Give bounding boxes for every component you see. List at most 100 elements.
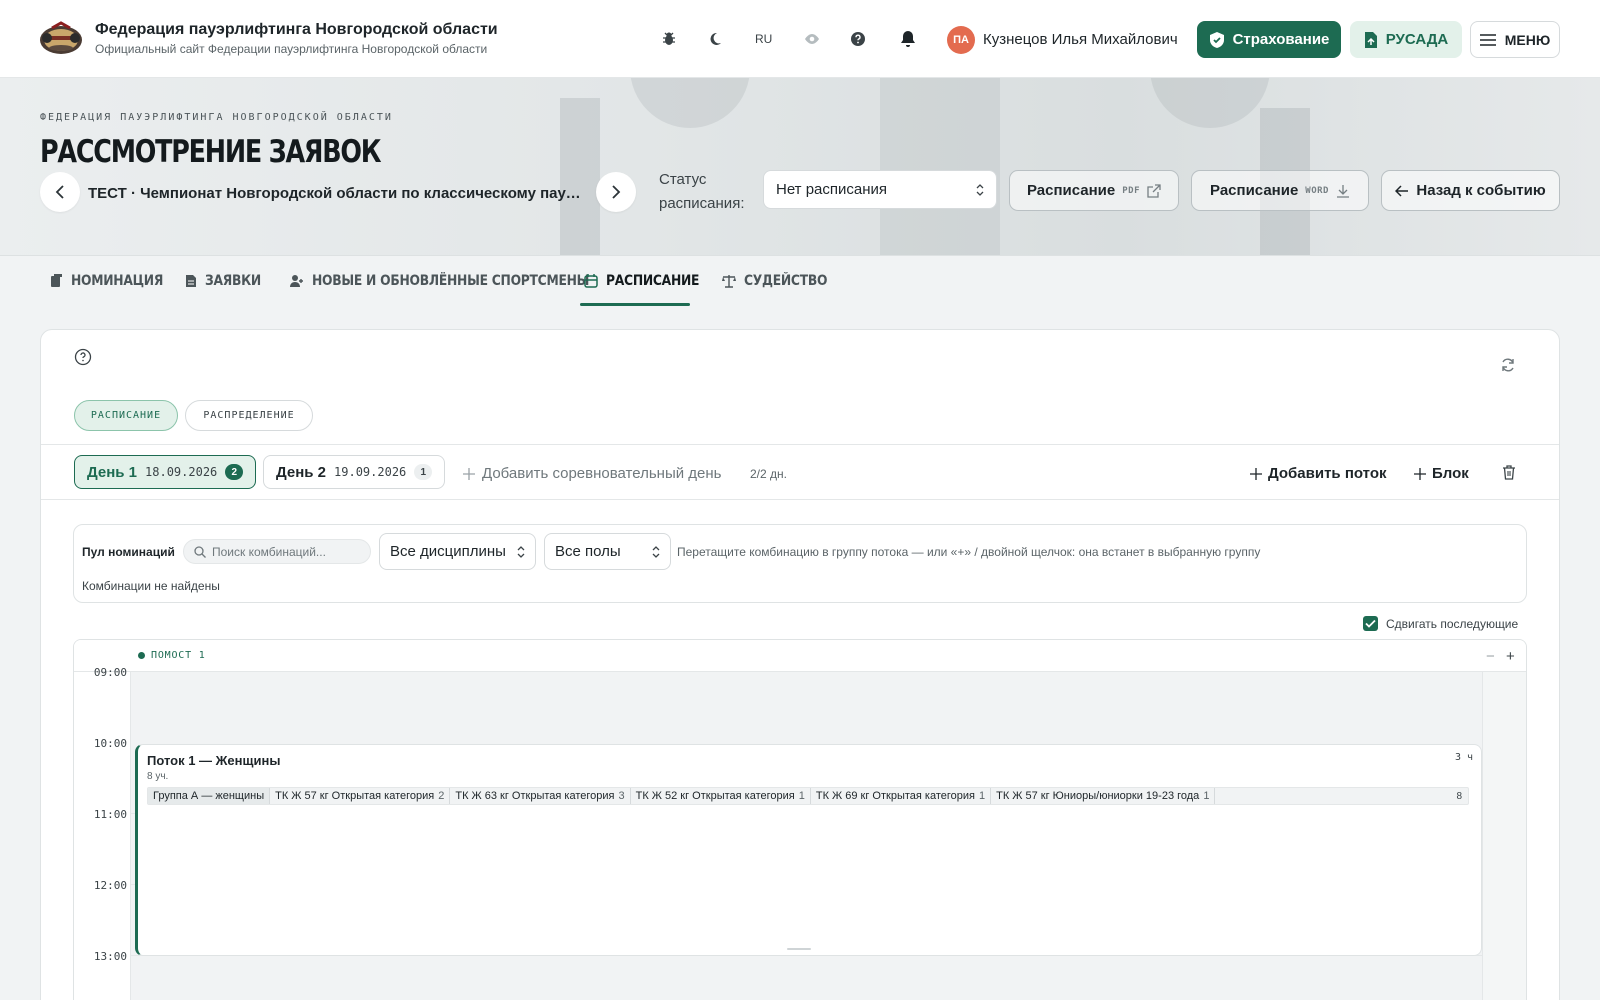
- tab-label: СУДЕЙСТВО: [744, 273, 828, 289]
- pdf-tag: PDF: [1122, 185, 1141, 196]
- days-counter: 2/2 дн.: [750, 467, 787, 481]
- category-count: 1: [798, 790, 805, 802]
- dark-mode-icon[interactable]: [704, 28, 726, 50]
- help-circle-icon[interactable]: [74, 348, 92, 366]
- org-title[interactable]: Федерация пауэрлифтинга Новгородской обл…: [95, 21, 498, 39]
- event-name: ТЕСТ · Чемпионат Новгородской области по…: [88, 185, 588, 202]
- timeline-header: ПОМОСТ 1 − +: [74, 640, 1526, 672]
- day-tab-2[interactable]: День 2 19.09.2026 1: [263, 455, 446, 489]
- day-label: День 1: [87, 463, 138, 481]
- group-total: 8: [1456, 790, 1462, 802]
- page-hero: ФЕДЕРАЦИЯ ПАУЭРЛИФТИНГА НОВГОРОДСКОЙ ОБЛ…: [0, 78, 1600, 256]
- bug-icon[interactable]: [658, 28, 680, 50]
- back-to-event-button[interactable]: Назад к событию: [1381, 170, 1560, 211]
- view-tab-distribution[interactable]: РАСПРЕДЕЛЕНИЕ: [185, 400, 313, 431]
- menu-button[interactable]: МЕНЮ: [1470, 21, 1560, 58]
- schedule-panel: РАСПИСАНИЕ РАСПРЕДЕЛЕНИЕ День 1 18.09.20…: [40, 329, 1560, 1000]
- chevron-right-icon: [611, 185, 621, 199]
- user-name[interactable]: Кузнецов Илья Михайлович: [983, 31, 1178, 48]
- add-block-button[interactable]: Блок: [1414, 465, 1469, 482]
- category-chip[interactable]: ТК Ж 57 кг Открытая категория 2: [270, 788, 451, 804]
- gender-value: Все полы: [555, 543, 621, 560]
- category-chip[interactable]: ТК Ж 69 кг Открытая категория 1: [811, 788, 992, 804]
- plus-icon: [1414, 467, 1426, 480]
- page-title: РАССМОТРЕНИЕ ЗАЯВОК: [40, 134, 382, 170]
- schedule-word-button[interactable]: Расписание WORD: [1191, 170, 1369, 211]
- category-chip[interactable]: ТК Ж 52 кг Открытая категория 1: [631, 788, 811, 804]
- delete-day-button[interactable]: [1502, 465, 1516, 480]
- day-tab-1[interactable]: День 1 18.09.2026 2: [74, 455, 257, 489]
- shift-following-checkbox[interactable]: Сдвигать последующие: [1363, 616, 1518, 631]
- add-competition-day-button[interactable]: Добавить соревновательный день: [463, 465, 721, 482]
- time-tick: 09:00: [93, 666, 127, 679]
- category-count: 1: [1203, 790, 1210, 802]
- tab-judging[interactable]: СУДЕЙСТВО: [722, 257, 839, 305]
- day-flow-count: 2: [225, 464, 244, 480]
- tab-applications[interactable]: ЗАЯВКИ: [185, 257, 269, 305]
- hero-background-image: [560, 78, 1310, 255]
- platform-dot: [138, 652, 145, 659]
- next-event-button[interactable]: [596, 172, 636, 212]
- help-icon[interactable]: [847, 28, 869, 50]
- tab-nomination[interactable]: НОМИНАЦИЯ: [50, 257, 176, 305]
- add-block-label: Блок: [1432, 465, 1469, 482]
- tab-label: ЗАЯВКИ: [205, 273, 261, 289]
- select-arrows-icon: [517, 545, 525, 558]
- combination-search-input[interactable]: Поиск комбинаций...: [183, 539, 371, 564]
- days-toolbar: День 1 18.09.2026 2 День 2 19.09.2026 1 …: [41, 444, 1559, 500]
- rusada-label: РУСАДА: [1385, 31, 1449, 48]
- insurance-button[interactable]: Страхование: [1197, 21, 1341, 58]
- avatar[interactable]: ПА: [947, 26, 975, 54]
- category-count: 2: [438, 790, 445, 802]
- refresh-icon[interactable]: [1500, 357, 1516, 373]
- view-tab-schedule[interactable]: РАСПИСАНИЕ: [74, 400, 178, 431]
- schedule-status-value: Нет расписания: [776, 181, 888, 198]
- language-switch[interactable]: RU: [755, 32, 772, 46]
- flow-block[interactable]: Поток 1 — Женщины 8 уч. 3 ч Группа А — ж…: [135, 744, 1482, 956]
- tab-schedule[interactable]: РАСПИСАНИЕ: [584, 257, 712, 305]
- category-name: ТК Ж 52 кг Открытая категория: [635, 790, 795, 802]
- tab-label: РАСПИСАНИЕ: [606, 273, 700, 289]
- plus-icon: [463, 467, 475, 480]
- schedule-status-label: Статус расписания:: [659, 171, 745, 212]
- time-tick: 11:00: [93, 808, 127, 821]
- add-flow-button[interactable]: Добавить поток: [1250, 465, 1386, 482]
- word-tag: WORD: [1305, 185, 1329, 196]
- section-tabs: НОМИНАЦИЯ ЗАЯВКИ НОВЫЕ И ОБНОВЛЁННЫЕ СПО…: [0, 257, 1600, 307]
- zoom-out-button[interactable]: −: [1486, 648, 1495, 665]
- category-name: ТК Ж 69 кг Открытая категория: [815, 790, 975, 802]
- active-tab-indicator: [580, 303, 690, 306]
- menu-label: МЕНЮ: [1504, 31, 1551, 48]
- platform-name: ПОМОСТ 1: [151, 650, 206, 661]
- visibility-eye-icon[interactable]: [801, 28, 823, 50]
- bell-icon[interactable]: [897, 28, 919, 50]
- flow-group-row[interactable]: Группа А — женщины ТК Ж 57 кг Открытая к…: [147, 787, 1469, 805]
- schedule-status-select[interactable]: Нет расписания: [763, 170, 997, 209]
- timeline-right-column: [1482, 640, 1526, 1000]
- time-tick: 10:00: [93, 737, 127, 750]
- file-icon: [185, 274, 197, 288]
- prev-event-button[interactable]: [40, 172, 80, 212]
- select-arrows-icon: [652, 545, 660, 558]
- tab-label: НОВЫЕ И ОБНОВЛЁННЫЕ СПОРТСМЕНЫ: [312, 273, 590, 289]
- insurance-label: Страхование: [1232, 31, 1330, 48]
- day-date: 18.09.2026: [145, 465, 218, 479]
- download-icon: [1336, 184, 1350, 198]
- schedule-word-label: Расписание: [1210, 182, 1299, 199]
- zoom-in-button[interactable]: +: [1506, 648, 1515, 665]
- schedule-pdf-button[interactable]: Расписание PDF: [1009, 170, 1179, 211]
- rusada-button[interactable]: РУСАДА: [1350, 21, 1462, 58]
- external-link-icon: [1147, 183, 1161, 198]
- category-chip[interactable]: ТК Ж 63 кг Открытая категория 3: [450, 788, 631, 804]
- gender-select[interactable]: Все полы: [544, 533, 671, 570]
- search-placeholder: Поиск комбинаций...: [212, 544, 326, 559]
- discipline-select[interactable]: Все дисциплины: [379, 533, 536, 570]
- federation-logo[interactable]: [38, 18, 84, 58]
- tab-new-athletes[interactable]: НОВЫЕ И ОБНОВЛЁННЫЕ СПОРТСМЕНЫ: [290, 257, 627, 305]
- category-chip[interactable]: ТК Ж 57 кг Юниоры/юниорки 19-23 года 1: [991, 788, 1216, 804]
- document-icon: [1364, 31, 1378, 49]
- breadcrumb: ФЕДЕРАЦИЯ ПАУЭРЛИФТИНГА НОВГОРОДСКОЙ ОБЛ…: [40, 112, 393, 123]
- group-name: Группа А — женщины: [148, 788, 271, 804]
- platform-label: ПОМОСТ 1: [138, 650, 206, 661]
- resize-handle[interactable]: [787, 948, 811, 950]
